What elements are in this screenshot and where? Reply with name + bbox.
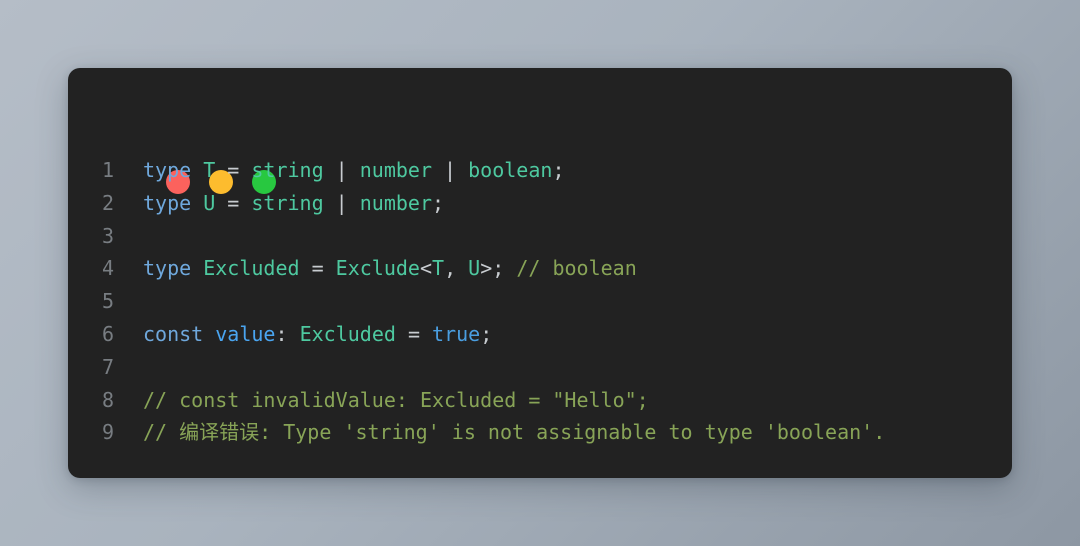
line-number: 9 [102, 420, 115, 445]
code-token: Excluded [299, 321, 396, 346]
code-line[interactable]: 1 type T = string | number | boolean; [68, 154, 1012, 187]
code-line[interactable]: 5 [68, 285, 1012, 318]
line-number: 4 [102, 256, 115, 281]
code-token: U [203, 190, 216, 215]
code-token: U [468, 256, 481, 281]
code-token: = [215, 190, 252, 215]
code-editor[interactable]: 1 type T = string | number | boolean; 2 typ… [68, 154, 1012, 449]
window-titlebar[interactable] [68, 68, 1012, 142]
code-token: string [251, 158, 324, 182]
code-token: type [143, 256, 192, 281]
code-line-text: // const invalidValue: Excluded = "Hello… [109, 384, 649, 417]
line-number: 5 [102, 289, 115, 314]
code-token: Exclude [335, 256, 420, 281]
code-token: , [444, 256, 469, 281]
code-token: ; [552, 158, 565, 182]
line-number: 7 [102, 354, 115, 379]
code-token: // const invalidValue: Excluded = "Hello… [143, 387, 649, 412]
code-token: // boolean [516, 256, 637, 281]
code-line-text: // 编译错误: Type 'string' is not assignable… [109, 416, 885, 449]
line-number: 2 [102, 190, 115, 215]
code-token: number [359, 158, 433, 182]
code-line[interactable]: 8 // const invalidValue: Excluded = "Hell… [68, 384, 1012, 417]
code-line-text: type T = string | number | boolean; [109, 154, 564, 187]
line-number: 6 [102, 321, 115, 346]
code-line[interactable]: 7 [68, 351, 1012, 384]
code-line[interactable]: 9 // 编译错误: Type 'string' is not assignabl… [68, 416, 1012, 449]
code-token: T [432, 256, 445, 281]
code-line[interactable]: 6 const value: Excluded = true; [68, 318, 1012, 351]
code-token: = [215, 158, 252, 182]
line-number: 3 [102, 223, 115, 248]
code-token: const [143, 321, 204, 346]
code-token: = [395, 321, 433, 346]
code-line-text: type U = string | number; [109, 187, 444, 220]
code-token: | [432, 158, 469, 182]
code-token: ; [432, 190, 445, 215]
code-token: type [143, 158, 192, 182]
code-line-text: const value: Excluded = true; [109, 318, 492, 351]
code-token: Excluded [203, 256, 300, 281]
code-token: : [275, 321, 300, 346]
code-token: = [299, 256, 336, 281]
code-token: value [215, 321, 276, 346]
code-token: ; [480, 321, 493, 346]
code-token: // 编译错误: Type 'string' is not assignable… [143, 420, 886, 445]
code-token: | [323, 158, 360, 182]
code-line[interactable]: 4 type Excluded = Exclude<T, U>; // boole… [68, 252, 1012, 285]
screenshot-canvas: 1 type T = string | number | boolean; 2 typ… [0, 0, 1080, 546]
code-token: string [251, 190, 324, 215]
code-window: 1 type T = string | number | boolean; 2 typ… [68, 68, 1012, 478]
code-line[interactable]: 2 type U = string | number; [68, 187, 1012, 220]
code-line-text: type Excluded = Exclude<T, U>; // boolea… [109, 252, 637, 285]
code-token: type [143, 190, 192, 215]
code-token: boolean [468, 158, 553, 182]
code-token: | [323, 190, 360, 215]
line-number: 1 [102, 158, 115, 182]
code-token: T [203, 158, 216, 182]
code-token: < [419, 256, 433, 281]
code-token: >; [480, 256, 517, 281]
code-token: number [359, 190, 433, 215]
code-line[interactable]: 3 [68, 220, 1012, 253]
code-token: true [432, 321, 481, 346]
line-number: 8 [102, 387, 115, 412]
